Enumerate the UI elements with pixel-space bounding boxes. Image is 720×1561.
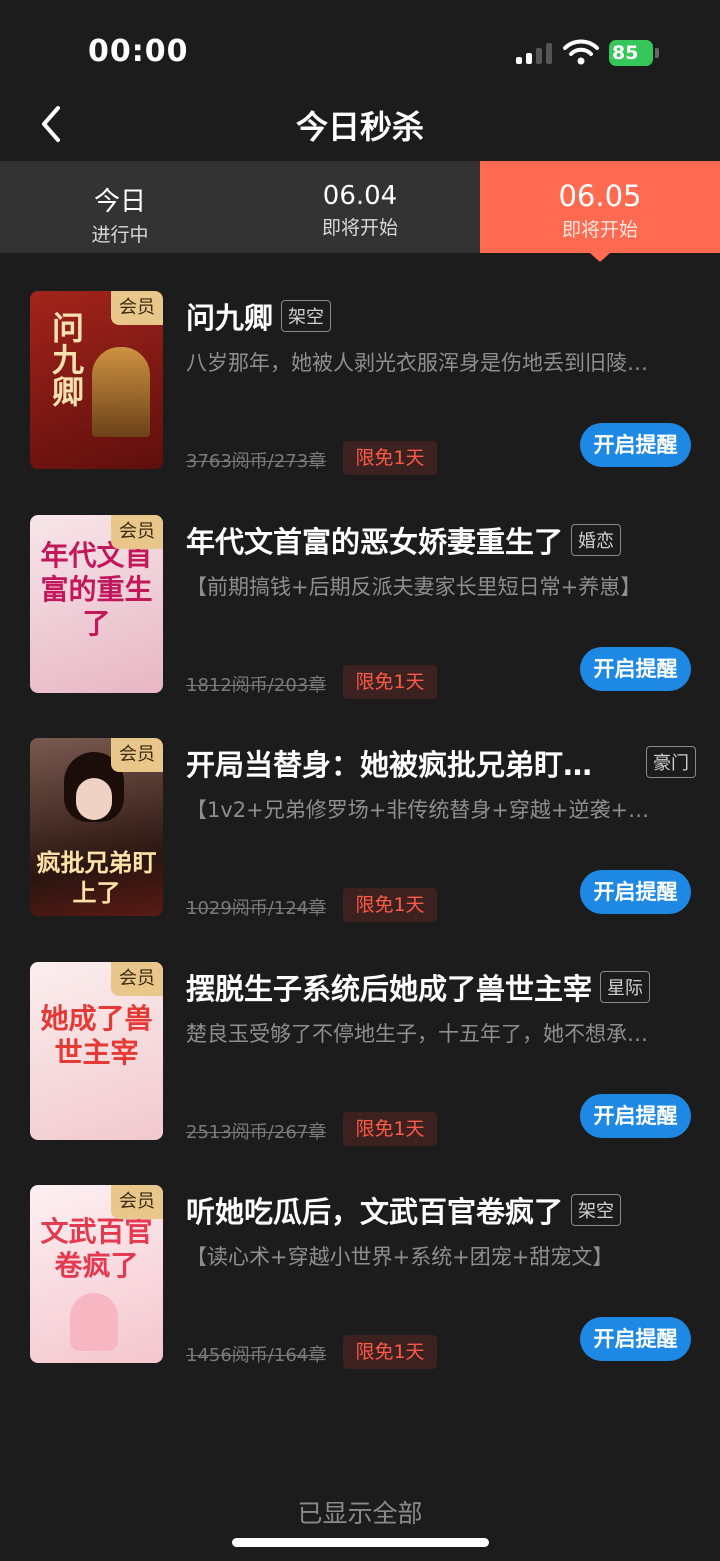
book-description: 【读心术+穿越小世界+系统+团宠+甜宠文】 bbox=[186, 1245, 614, 1269]
tab-status: 即将开始 bbox=[321, 217, 398, 239]
book-description: 【前期搞钱+后期反派夫妻家长里短日常+养崽】 bbox=[186, 575, 642, 599]
genre-tag: 架空 bbox=[571, 1194, 622, 1226]
wifi-icon bbox=[563, 39, 599, 65]
book-description: 【1v2+兄弟修罗场+非传统替身+穿越+逆袭+… bbox=[186, 798, 650, 822]
tab-0604[interactable]: 06.04 即将开始 bbox=[240, 161, 480, 253]
cover-title: 文武百官卷疯了 bbox=[40, 1215, 153, 1282]
cellular-signal-icon bbox=[516, 42, 552, 64]
battery-level: 85 bbox=[609, 40, 653, 66]
navigation-bar: 今日秒杀 bbox=[0, 90, 720, 160]
tab-status: 进行中 bbox=[91, 224, 149, 246]
status-bar: 00:00 85 bbox=[0, 0, 720, 100]
vip-badge: 会员 bbox=[111, 962, 163, 996]
list-item[interactable]: 问九卿 会员 问九卿 架空 八岁那年，她被人剥光衣服浑身是伤地丢到旧陵… 3763… bbox=[0, 291, 720, 481]
free-badge: 限免1天 bbox=[343, 888, 437, 922]
original-price: 1812阅币/203章 bbox=[186, 675, 327, 696]
list-item[interactable]: 她成了兽世主宰 会员 摆脱生子系统后她成了兽世主宰 星际 楚良玉受够了不停地生子，… bbox=[0, 962, 720, 1152]
cover-title: 疯批兄弟盯上了 bbox=[36, 848, 157, 907]
book-title[interactable]: 听她吃瓜后，文武百官卷疯了 bbox=[186, 1189, 563, 1231]
book-cover[interactable]: 她成了兽世主宰 会员 bbox=[30, 962, 163, 1140]
remind-button[interactable]: 开启提醒 bbox=[580, 1094, 691, 1138]
genre-tag: 架空 bbox=[281, 300, 332, 332]
list-item[interactable]: 年代文首富的重生了 会员 年代文首富的恶女娇妻重生了 婚恋 【前期搞钱+后期反派夫… bbox=[0, 515, 720, 705]
book-cover[interactable]: 问九卿 会员 bbox=[30, 291, 163, 469]
title-row: 年代文首富的恶女娇妻重生了 婚恋 bbox=[186, 519, 696, 559]
remind-button[interactable]: 开启提醒 bbox=[580, 1317, 691, 1361]
remind-button[interactable]: 开启提醒 bbox=[580, 423, 691, 467]
book-title[interactable]: 摆脱生子系统后她成了兽世主宰 bbox=[186, 966, 592, 1008]
original-price: 2513阅币/267章 bbox=[186, 1122, 327, 1143]
free-badge: 限免1天 bbox=[343, 665, 437, 699]
remind-button[interactable]: 开启提醒 bbox=[580, 870, 691, 914]
list-item[interactable]: 文武百官卷疯了 会员 听她吃瓜后，文武百官卷疯了 架空 【读心术+穿越小世界+系统… bbox=[0, 1185, 720, 1375]
book-description: 楚良玉受够了不停地生子，十五年了，她不想承… bbox=[186, 1022, 648, 1046]
genre-tag: 婚恋 bbox=[571, 524, 622, 556]
vip-badge: 会员 bbox=[111, 1185, 163, 1219]
original-price: 1029阅币/124章 bbox=[186, 898, 327, 919]
list-item[interactable]: 疯批兄弟盯上了 会员 开局当替身：她被疯批兄弟盯… 豪门 【1v2+兄弟修罗场+非… bbox=[0, 738, 720, 928]
book-cover[interactable]: 年代文首富的重生了 会员 bbox=[30, 515, 163, 693]
book-cover[interactable]: 疯批兄弟盯上了 会员 bbox=[30, 738, 163, 916]
vip-badge: 会员 bbox=[111, 291, 163, 325]
cover-title: 她成了兽世主宰 bbox=[40, 1002, 153, 1069]
tab-0605[interactable]: 06.05 即将开始 bbox=[480, 161, 720, 253]
title-row: 听她吃瓜后，文武百官卷疯了 架空 bbox=[186, 1189, 696, 1229]
tab-today[interactable]: 今日 进行中 bbox=[0, 161, 240, 253]
title-row: 摆脱生子系统后她成了兽世主宰 星际 bbox=[186, 966, 696, 1006]
date-tabs: 今日 进行中 06.04 即将开始 06.05 即将开始 bbox=[0, 161, 720, 253]
end-of-list-text: 已显示全部 bbox=[297, 1499, 423, 1528]
book-title[interactable]: 年代文首富的恶女娇妻重生了 bbox=[186, 519, 563, 561]
title-row: 问九卿 架空 bbox=[186, 295, 696, 335]
status-time: 00:00 bbox=[88, 34, 189, 69]
title-row: 开局当替身：她被疯批兄弟盯… 豪门 bbox=[186, 742, 696, 782]
book-title[interactable]: 问九卿 bbox=[186, 295, 273, 337]
active-tab-indicator bbox=[590, 253, 610, 262]
genre-tag: 豪门 bbox=[646, 746, 696, 778]
genre-tag: 星际 bbox=[600, 971, 651, 1003]
original-price: 1456阅币/164章 bbox=[186, 1345, 327, 1366]
free-badge: 限免1天 bbox=[343, 441, 437, 475]
book-cover[interactable]: 文武百官卷疯了 会员 bbox=[30, 1185, 163, 1363]
vip-badge: 会员 bbox=[111, 515, 163, 549]
free-badge: 限免1天 bbox=[343, 1335, 437, 1369]
vip-badge: 会员 bbox=[111, 738, 163, 772]
tab-status: 即将开始 bbox=[561, 219, 638, 241]
page-title: 今日秒杀 bbox=[295, 108, 424, 146]
free-badge: 限免1天 bbox=[343, 1112, 437, 1146]
book-description: 八岁那年，她被人剥光衣服浑身是伤地丢到旧陵… bbox=[186, 351, 648, 375]
battery-icon: 85 bbox=[609, 40, 659, 66]
cover-title: 年代文首富的重生了 bbox=[40, 539, 153, 640]
cover-title: 问九卿 bbox=[47, 311, 85, 407]
original-price: 3763阅币/273章 bbox=[186, 451, 327, 472]
book-title[interactable]: 开局当替身：她被疯批兄弟盯… bbox=[186, 742, 592, 784]
remind-button[interactable]: 开启提醒 bbox=[580, 647, 691, 691]
tab-label: 今日 bbox=[93, 187, 146, 217]
tab-label: 06.04 bbox=[322, 181, 398, 211]
tab-label: 06.05 bbox=[558, 179, 642, 213]
home-indicator[interactable] bbox=[232, 1538, 489, 1547]
